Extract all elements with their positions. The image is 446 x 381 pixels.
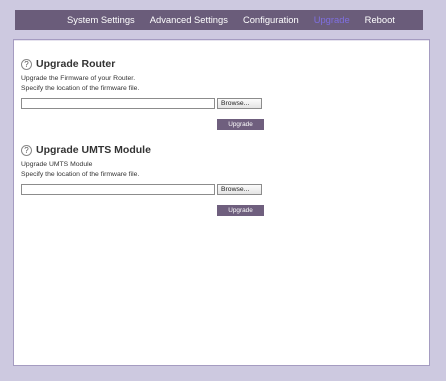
content-panel: ? Upgrade Router Upgrade the Firmware of…	[13, 39, 430, 366]
tab-system-settings[interactable]: System Settings	[67, 10, 135, 30]
top-nav-bar: System Settings Advanced Settings Config…	[15, 10, 423, 30]
section-header-router: ? Upgrade Router	[21, 56, 281, 72]
umts-instruction: Specify the location of the firmware fil…	[21, 171, 140, 178]
section-header-umts: ? Upgrade UMTS Module	[21, 142, 281, 158]
router-browse-button[interactable]: Browse...	[217, 97, 262, 109]
umts-description: Upgrade UMTS Module	[21, 161, 93, 168]
upgrade-router-section: ? Upgrade Router Upgrade the Firmware of…	[21, 56, 281, 130]
tab-configuration[interactable]: Configuration	[243, 10, 299, 30]
router-description: Upgrade the Firmware of your Router.	[21, 75, 136, 82]
umts-firmware-file-input[interactable]	[21, 183, 215, 195]
umts-upgrade-row: Upgrade	[21, 199, 281, 216]
tab-reboot[interactable]: Reboot	[365, 10, 395, 30]
page-background: System Settings Advanced Settings Config…	[0, 0, 446, 381]
tab-advanced-settings[interactable]: Advanced Settings	[150, 10, 228, 30]
router-instruction: Specify the location of the firmware fil…	[21, 85, 140, 92]
panel-divider	[14, 40, 429, 41]
section-title-umts: Upgrade UMTS Module	[36, 144, 151, 156]
help-icon[interactable]: ?	[21, 58, 32, 70]
router-file-row: Browse...	[21, 97, 281, 109]
tab-upgrade[interactable]: Upgrade	[313, 10, 350, 30]
section-title-router: Upgrade Router	[36, 58, 116, 70]
umts-browse-button[interactable]: Browse...	[217, 183, 262, 195]
help-icon[interactable]: ?	[21, 144, 32, 156]
umts-upgrade-button[interactable]: Upgrade	[217, 205, 264, 216]
upgrade-umts-section: ? Upgrade UMTS Module Upgrade UMTS Modul…	[21, 142, 281, 216]
router-firmware-file-input[interactable]	[21, 97, 215, 109]
router-upgrade-row: Upgrade	[21, 113, 281, 130]
router-upgrade-button[interactable]: Upgrade	[217, 119, 264, 130]
umts-file-row: Browse...	[21, 183, 281, 195]
